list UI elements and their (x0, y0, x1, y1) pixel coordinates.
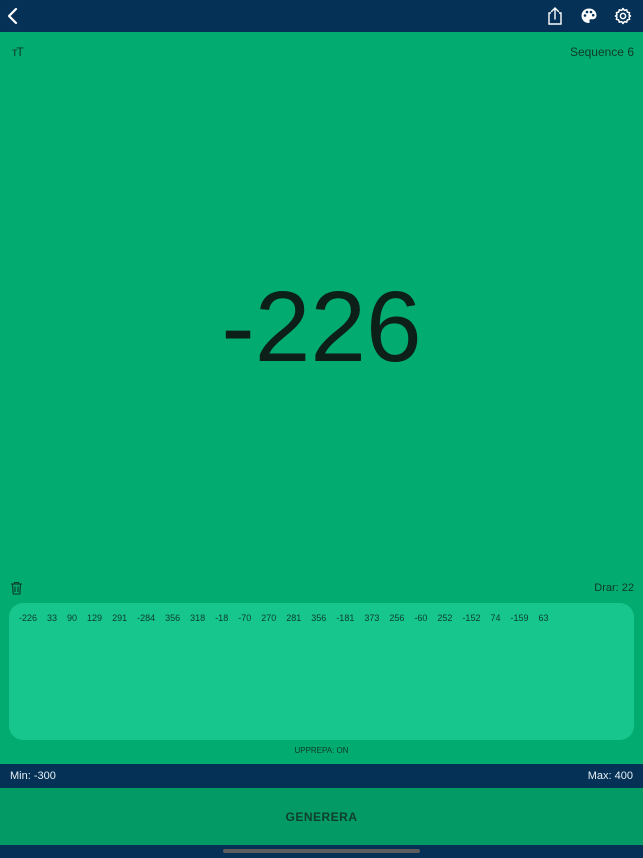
history-item: 33 (47, 613, 58, 623)
trash-icon (11, 581, 22, 595)
navigation-bar (0, 0, 643, 32)
current-number: -226 (221, 271, 422, 383)
history-item: -70 (238, 613, 252, 623)
history-item: -152 (462, 613, 481, 623)
history-item: 256 (389, 613, 405, 623)
history-item: -284 (137, 613, 156, 623)
min-value[interactable]: Min: -300 (10, 770, 56, 782)
gear-icon (614, 7, 632, 25)
draw-count: Drar: 22 (594, 582, 634, 594)
history-item: 63 (538, 613, 549, 623)
theme-button[interactable] (578, 5, 600, 27)
history-panel: -226 33 90 129 291 -284 356 318 -18 -70 270 281 356-… (9, 603, 634, 740)
font-size-toggle[interactable]: ᴛT (12, 45, 24, 59)
history-item: -18 (215, 613, 229, 623)
history-item: 281 (286, 613, 302, 623)
history-item: 129 (87, 613, 103, 623)
history-item: 74 (490, 613, 501, 623)
repeat-status[interactable]: UPPREPA: ON (0, 746, 643, 755)
bottom-bar (0, 845, 643, 858)
history-item: 90 (67, 613, 78, 623)
app-screen: ᴛT Sequence 6 -226 Drar: 22 -226 33 90 129 2… (0, 0, 643, 858)
back-button[interactable] (2, 5, 24, 27)
palette-icon (581, 8, 597, 23)
history-list: -226 33 90 129 291 -284 356 318 -18 -70 270 281 356-… (19, 613, 559, 623)
history-item: 270 (261, 613, 277, 623)
history-item: 291 (112, 613, 128, 623)
share-icon (548, 7, 562, 25)
history-item: 356 (311, 613, 327, 623)
max-value[interactable]: Max: 400 (588, 770, 633, 782)
sequence-label: Sequence 6 (569, 45, 634, 59)
history-item: -60 (414, 613, 428, 623)
share-button[interactable] (544, 5, 566, 27)
range-bar[interactable]: Min: -300 Max: 400 (0, 764, 643, 788)
generate-button[interactable]: GENERERA (0, 788, 643, 845)
chevron-left-icon (7, 7, 18, 25)
settings-button[interactable] (612, 5, 634, 27)
history-item: -181 (336, 613, 355, 623)
history-item: 318 (190, 613, 206, 623)
history-item: 356 (165, 613, 181, 623)
home-indicator[interactable] (223, 849, 420, 853)
history-item: -226 (19, 613, 38, 623)
history-item: 373 (364, 613, 380, 623)
history-item: -159 (510, 613, 529, 623)
history-item: 252 (437, 613, 453, 623)
clear-history-button[interactable] (10, 581, 23, 600)
